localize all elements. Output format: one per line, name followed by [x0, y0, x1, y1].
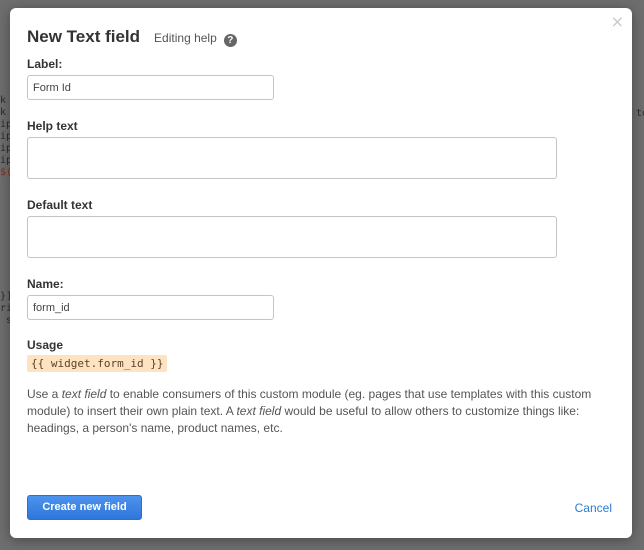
close-icon[interactable]: ×	[611, 12, 624, 32]
bg-line: k	[0, 95, 7, 106]
background-code-right: to	[636, 108, 644, 120]
label-field-label: Label:	[27, 57, 63, 71]
label-input[interactable]	[27, 75, 274, 100]
desc-text: Use a	[27, 387, 62, 401]
name-field-label: Name:	[27, 277, 64, 291]
editing-help-link[interactable]: Editing help	[154, 31, 217, 45]
help-text-input[interactable]	[27, 137, 557, 179]
bg-line: to	[636, 108, 644, 119]
usage-snippet: {{ widget.form_id }}	[27, 355, 168, 372]
name-input[interactable]	[27, 295, 274, 320]
dialog-header: New Text field Editing help ?	[27, 27, 237, 47]
dialog-title: New Text field	[27, 27, 141, 46]
field-description: Use a text field to enable consumers of …	[27, 386, 627, 437]
desc-emphasis: text field	[61, 387, 107, 401]
create-new-field-button[interactable]: Create new field	[27, 495, 142, 520]
default-text-input[interactable]	[27, 216, 557, 258]
default-text-label: Default text	[27, 198, 93, 212]
usage-label: Usage	[27, 338, 64, 352]
new-text-field-dialog: × New Text field Editing help ? Label: H…	[10, 8, 632, 538]
question-mark-icon[interactable]: ?	[223, 34, 237, 47]
bg-line: k	[0, 107, 7, 118]
help-text-label: Help text	[27, 119, 78, 133]
cancel-link[interactable]: Cancel	[575, 501, 612, 515]
desc-emphasis: text field	[236, 404, 282, 418]
